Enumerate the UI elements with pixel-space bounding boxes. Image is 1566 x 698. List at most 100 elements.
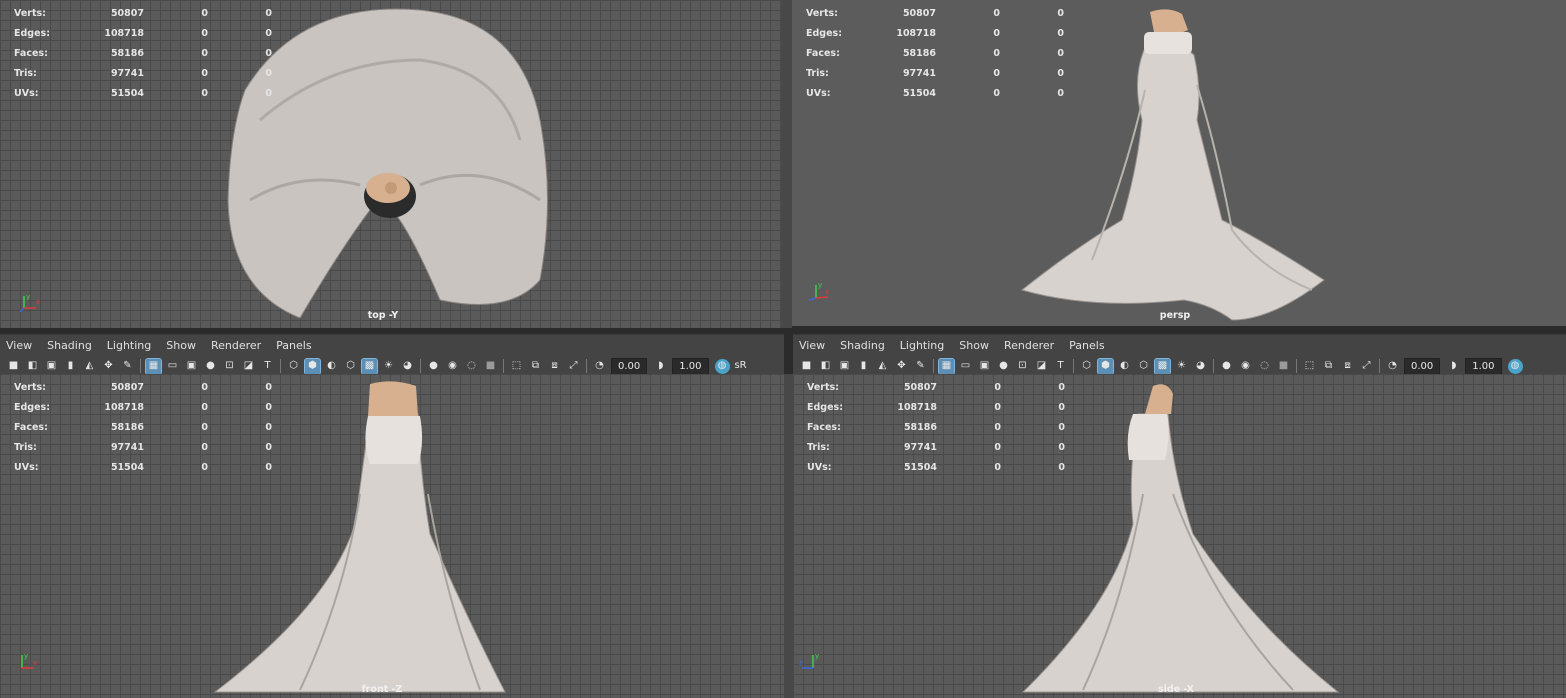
motion-blur-icon[interactable]: ◉: [1238, 359, 1253, 374]
shadows-icon[interactable]: ◕: [400, 359, 415, 374]
field-chart-icon[interactable]: ⊡: [222, 359, 237, 374]
smooth-shade-icon[interactable]: ⬢: [304, 357, 321, 375]
wireframe-on-shaded-icon[interactable]: ⬡: [1136, 359, 1151, 374]
viewport-side[interactable]: Verts: 50807 0 0 Edges: 108718 0 0 Faces: 58186…: [793, 374, 1566, 698]
move-camera-icon[interactable]: ✥: [894, 359, 909, 374]
exposure-field[interactable]: 0.00: [1404, 357, 1441, 375]
axis-gizmo-icon: y x: [808, 281, 829, 301]
menu-lighting[interactable]: Lighting: [900, 339, 944, 352]
resolution-gate-icon[interactable]: ▣: [977, 359, 992, 374]
wireframe-on-shaded-icon[interactable]: ⬡: [343, 359, 358, 374]
isolate-select-icon[interactable]: ⬚: [1302, 359, 1317, 374]
motion-blur-icon[interactable]: ◉: [445, 359, 460, 374]
toolbar-separator: [1073, 359, 1074, 373]
textured-icon[interactable]: ▩: [361, 357, 378, 375]
grease-pencil-icon[interactable]: ◭: [875, 359, 890, 374]
bookmark-icon[interactable]: ▮: [63, 359, 78, 374]
panel-menu-bar: View Shading Lighting Show Renderer Pane…: [0, 335, 784, 355]
camera-attributes-icon[interactable]: ◧: [818, 359, 833, 374]
xray-joints-icon[interactable]: ⤢: [566, 359, 581, 374]
move-camera-icon[interactable]: ✥: [101, 359, 116, 374]
isolate-select-icon[interactable]: ⬚: [509, 359, 524, 374]
poly-count-hud-persp: Verts: 50807 0 0 Edges: 108718 0 0 Faces: 58186…: [806, 4, 1064, 104]
hud-row: Tris: 97741 0 0: [14, 68, 272, 79]
default-material-icon[interactable]: ◐: [324, 359, 339, 374]
default-material-icon[interactable]: ◐: [1117, 359, 1132, 374]
xray-icon[interactable]: ⧉: [528, 359, 543, 374]
exposure-field[interactable]: 0.00: [611, 357, 648, 375]
anti-aliasing-icon[interactable]: ◌: [464, 359, 479, 374]
poly-count-hud-side: Verts: 50807 0 0 Edges: 108718 0 0 Faces: 58186…: [807, 378, 1065, 478]
poly-count-hud-front: Verts: 50807 0 0 Edges: 108718 0 0 Faces: 58186…: [14, 378, 272, 478]
xray-joints-icon[interactable]: ⤢: [1359, 359, 1374, 374]
exposure-icon[interactable]: ◔: [1385, 359, 1400, 374]
depth-of-field-icon[interactable]: ■: [483, 359, 498, 374]
hud-row: Tris: 97741 0 0: [807, 442, 1065, 453]
menu-view[interactable]: View: [799, 339, 825, 352]
shadows-icon[interactable]: ◕: [1193, 359, 1208, 374]
camera-icon[interactable]: ■: [6, 359, 21, 374]
ambient-occlusion-icon[interactable]: ●: [426, 359, 441, 374]
pencil-icon[interactable]: ✎: [913, 359, 928, 374]
view-transform-icon[interactable]: ◍: [1507, 358, 1523, 374]
menu-show[interactable]: Show: [959, 339, 989, 352]
ambient-occlusion-icon[interactable]: ●: [1219, 359, 1234, 374]
menu-lighting[interactable]: Lighting: [107, 339, 151, 352]
depth-of-field-icon[interactable]: ■: [1276, 359, 1291, 374]
pane-divider[interactable]: [784, 374, 793, 698]
pencil-icon[interactable]: ✎: [120, 359, 135, 374]
film-gate-icon[interactable]: ▭: [958, 359, 973, 374]
menu-renderer[interactable]: Renderer: [1004, 339, 1054, 352]
menu-renderer[interactable]: Renderer: [211, 339, 261, 352]
viewport-persp[interactable]: Verts: 50807 0 0 Edges: 108718 0 0 Faces: 58186…: [792, 0, 1566, 326]
view-transform-icon[interactable]: ◍: [714, 358, 730, 374]
film-gate-icon[interactable]: ▭: [165, 359, 180, 374]
exposure-icon[interactable]: ◔: [592, 359, 607, 374]
xray-active-icon[interactable]: ⧈: [547, 359, 562, 374]
gate-mask-icon[interactable]: ●: [203, 359, 218, 374]
bookmark-icon[interactable]: ▮: [856, 359, 871, 374]
menu-show[interactable]: Show: [166, 339, 196, 352]
safe-action-icon[interactable]: ◪: [241, 359, 256, 374]
grid-toggle-icon[interactable]: ▦: [938, 357, 955, 375]
safe-title-icon[interactable]: T: [1053, 359, 1068, 374]
menu-view[interactable]: View: [6, 339, 32, 352]
color-space-label[interactable]: sR: [734, 359, 748, 374]
gamma-field[interactable]: 1.00: [672, 357, 709, 375]
menu-shading[interactable]: Shading: [840, 339, 885, 352]
hud-row: Faces: 58186 0 0: [14, 48, 272, 59]
smooth-shade-icon[interactable]: ⬢: [1097, 357, 1114, 375]
anti-aliasing-icon[interactable]: ◌: [1257, 359, 1272, 374]
gamma-field[interactable]: 1.00: [1465, 357, 1502, 375]
gate-mask-icon[interactable]: ●: [996, 359, 1011, 374]
field-chart-icon[interactable]: ⊡: [1015, 359, 1030, 374]
menu-panels[interactable]: Panels: [276, 339, 311, 352]
textured-icon[interactable]: ▩: [1154, 357, 1171, 375]
image-plane-icon[interactable]: ▣: [44, 359, 59, 374]
gamma-icon[interactable]: ◗: [1446, 359, 1461, 374]
menu-panels[interactable]: Panels: [1069, 339, 1104, 352]
safe-title-icon[interactable]: T: [260, 359, 275, 374]
viewport-front[interactable]: Verts: 50807 0 0 Edges: 108718 0 0 Faces: 58186…: [0, 374, 784, 698]
grease-pencil-icon[interactable]: ◭: [82, 359, 97, 374]
gamma-icon[interactable]: ◗: [653, 359, 668, 374]
hud-row: Edges: 108718 0 0: [806, 28, 1064, 39]
lights-icon[interactable]: ☀: [381, 359, 396, 374]
panel-menu-bar: View Shading Lighting Show Renderer Pane…: [793, 335, 1566, 355]
xray-active-icon[interactable]: ⧈: [1340, 359, 1355, 374]
toolbar-separator: [280, 359, 281, 373]
axis-x-label: x: [33, 659, 37, 667]
image-plane-icon[interactable]: ▣: [837, 359, 852, 374]
viewport-top[interactable]: Verts: 50807 0 0 Edges: 108718 0 0 Faces: 58186…: [0, 0, 781, 328]
lights-icon[interactable]: ☀: [1174, 359, 1189, 374]
camera-attributes-icon[interactable]: ◧: [25, 359, 40, 374]
resolution-gate-icon[interactable]: ▣: [184, 359, 199, 374]
xray-icon[interactable]: ⧉: [1321, 359, 1336, 374]
pane-divider[interactable]: [781, 0, 792, 328]
camera-icon[interactable]: ■: [799, 359, 814, 374]
menu-shading[interactable]: Shading: [47, 339, 92, 352]
grid-toggle-icon[interactable]: ▦: [145, 357, 162, 375]
wireframe-icon[interactable]: ⬡: [1079, 359, 1094, 374]
safe-action-icon[interactable]: ◪: [1034, 359, 1049, 374]
wireframe-icon[interactable]: ⬡: [286, 359, 301, 374]
